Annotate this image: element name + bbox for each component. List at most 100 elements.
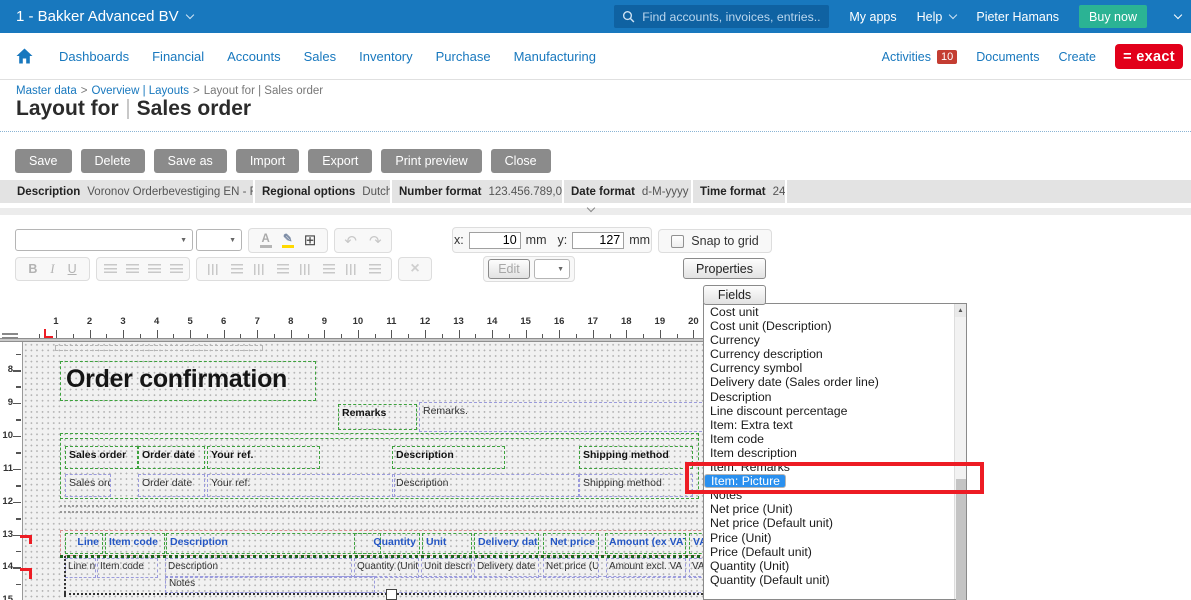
- field-option[interactable]: Net price (Unit): [704, 502, 955, 516]
- x-position-input[interactable]: [469, 232, 521, 249]
- buy-now-button[interactable]: Buy now: [1079, 5, 1147, 28]
- resize-handle[interactable]: [386, 589, 397, 600]
- field-option[interactable]: Description: [704, 390, 955, 404]
- action-button[interactable]: Import: [236, 149, 299, 173]
- align-center-icon[interactable]: [126, 264, 139, 275]
- item-header-cell[interactable]: Net price: [543, 533, 599, 554]
- undo-icon[interactable]: ↶: [344, 232, 357, 250]
- action-button[interactable]: Save: [15, 149, 72, 173]
- snap-to-grid-checkbox[interactable]: [671, 235, 684, 248]
- field-option[interactable]: Item: Remarks: [704, 460, 955, 474]
- header-label-cell[interactable]: Shipping method: [579, 446, 693, 469]
- field-option[interactable]: Price (Unit): [704, 531, 955, 545]
- activities-link[interactable]: Activities 10: [882, 50, 958, 64]
- field-option[interactable]: Quantity (Default unit): [704, 573, 955, 587]
- field-option[interactable]: Item: Extra text: [704, 418, 955, 432]
- edit-button[interactable]: Edit: [488, 259, 530, 279]
- align-right-edge-icon[interactable]: [254, 264, 266, 275]
- action-button[interactable]: Export: [308, 149, 372, 173]
- remarks-field-element[interactable]: Remarks.: [419, 402, 707, 432]
- fields-listbox[interactable]: Cost unitCost unit (Description)Currency…: [703, 303, 967, 600]
- align-right-icon[interactable]: [148, 264, 161, 275]
- nav-item[interactable]: Purchase: [436, 49, 491, 64]
- field-option[interactable]: Net price (Default unit): [704, 516, 955, 530]
- delete-icon[interactable]: ×: [410, 260, 419, 278]
- header-field-cell[interactable]: Your ref:: [207, 474, 395, 497]
- underline-button[interactable]: U: [68, 262, 77, 276]
- same-width-icon[interactable]: [346, 264, 358, 275]
- breadcrumb-link[interactable]: Master data: [16, 85, 77, 97]
- item-field-cell[interactable]: Description: [165, 558, 352, 578]
- align-left-edge-icon[interactable]: [208, 264, 220, 275]
- align-justify-icon[interactable]: [170, 264, 183, 275]
- topbar-chevron-icon[interactable]: [1174, 10, 1182, 18]
- item-field-cell[interactable]: Line nu: [65, 558, 96, 578]
- fields-button[interactable]: Fields: [703, 285, 766, 305]
- header-label-cell[interactable]: Description: [392, 446, 505, 469]
- collapse-strip[interactable]: [0, 208, 1191, 215]
- font-family-select[interactable]: ▼: [15, 229, 193, 251]
- field-option[interactable]: Currency: [704, 333, 955, 347]
- field-option[interactable]: Delivery date (Sales order line): [704, 375, 955, 389]
- my-apps-link[interactable]: My apps: [849, 10, 896, 24]
- item-header-cell[interactable]: Delivery date: [474, 533, 539, 554]
- scroll-up-icon[interactable]: ▲: [955, 304, 966, 317]
- italic-button[interactable]: I: [50, 262, 54, 277]
- borders-icon[interactable]: ⊞: [304, 233, 317, 248]
- field-option[interactable]: Currency symbol: [704, 361, 955, 375]
- header-field-cell[interactable]: Sales orde: [65, 474, 111, 497]
- nav-item[interactable]: Manufacturing: [514, 49, 596, 64]
- field-option[interactable]: Item code: [704, 432, 955, 446]
- align-bottom-edge-icon[interactable]: [323, 264, 335, 275]
- item-header-cell[interactable]: Item code: [105, 533, 165, 554]
- header-field-cell[interactable]: Shipping method: [579, 474, 693, 497]
- font-size-select[interactable]: ▼: [196, 229, 242, 251]
- field-option[interactable]: Notes: [704, 488, 955, 502]
- action-button[interactable]: Close: [491, 149, 551, 173]
- remarks-label-element[interactable]: Remarks: [338, 404, 417, 430]
- layout-canvas[interactable]: Order confirmation Remarks Remarks. Sale…: [22, 342, 730, 600]
- font-color-icon[interactable]: A: [260, 234, 272, 248]
- item-field-cell[interactable]: Quantity (Unit): [354, 558, 419, 578]
- item-header-cell[interactable]: Quantity: [354, 533, 420, 554]
- header-field-cell[interactable]: Order date: [138, 474, 205, 497]
- edit-select[interactable]: ▼: [534, 259, 570, 279]
- header-label-cell[interactable]: Your ref.: [207, 446, 320, 469]
- field-option[interactable]: Price (Default unit): [704, 545, 955, 559]
- action-button[interactable]: Delete: [81, 149, 145, 173]
- field-option[interactable]: Cost unit (Description): [704, 319, 955, 333]
- global-search-input[interactable]: Find accounts, invoices, entries...: [614, 5, 829, 28]
- header-label-cell[interactable]: Order date: [138, 446, 205, 469]
- bold-button[interactable]: B: [28, 262, 37, 276]
- field-option[interactable]: Quantity (Unit): [704, 559, 955, 573]
- align-top-edge-icon[interactable]: [277, 264, 289, 275]
- item-field-cell[interactable]: Delivery date (S: [474, 558, 539, 578]
- item-header-cell[interactable]: Amount (ex VAT): [605, 533, 686, 554]
- center-vertical-icon[interactable]: [231, 264, 243, 275]
- center-horizontal-icon[interactable]: [300, 264, 312, 275]
- item-field-cell[interactable]: Unit descrip: [421, 558, 472, 578]
- nav-item[interactable]: Financial: [152, 49, 204, 64]
- item-field-cell[interactable]: Net price (U: [543, 558, 599, 578]
- doc-title-element[interactable]: Order confirmation: [60, 361, 316, 401]
- redo-icon[interactable]: ↷: [369, 232, 382, 250]
- item-header-cell[interactable]: Description: [166, 533, 381, 554]
- user-menu[interactable]: Pieter Hamans: [976, 10, 1059, 24]
- picture-band-line[interactable]: [64, 593, 730, 595]
- field-option[interactable]: Line discount percentage: [704, 404, 955, 418]
- align-left-icon[interactable]: [104, 264, 117, 275]
- nav-item[interactable]: Dashboards: [59, 49, 129, 64]
- create-link[interactable]: Create: [1058, 50, 1096, 64]
- nav-item[interactable]: Accounts: [227, 49, 280, 64]
- field-option[interactable]: Currency description: [704, 347, 955, 361]
- help-menu[interactable]: Help: [917, 10, 957, 24]
- properties-button[interactable]: Properties: [683, 258, 766, 279]
- breadcrumb-link[interactable]: Overview | Layouts: [91, 85, 189, 97]
- y-position-input[interactable]: [572, 232, 624, 249]
- item-field-cell[interactable]: Amount excl. VA: [606, 558, 686, 578]
- header-label-cell[interactable]: Sales order: [65, 446, 138, 469]
- company-selector[interactable]: 1 - Bakker Advanced BV: [16, 8, 193, 25]
- action-button[interactable]: Print preview: [381, 149, 481, 173]
- scrollbar-thumb[interactable]: [956, 479, 966, 600]
- listbox-scrollbar[interactable]: ▲: [954, 304, 966, 599]
